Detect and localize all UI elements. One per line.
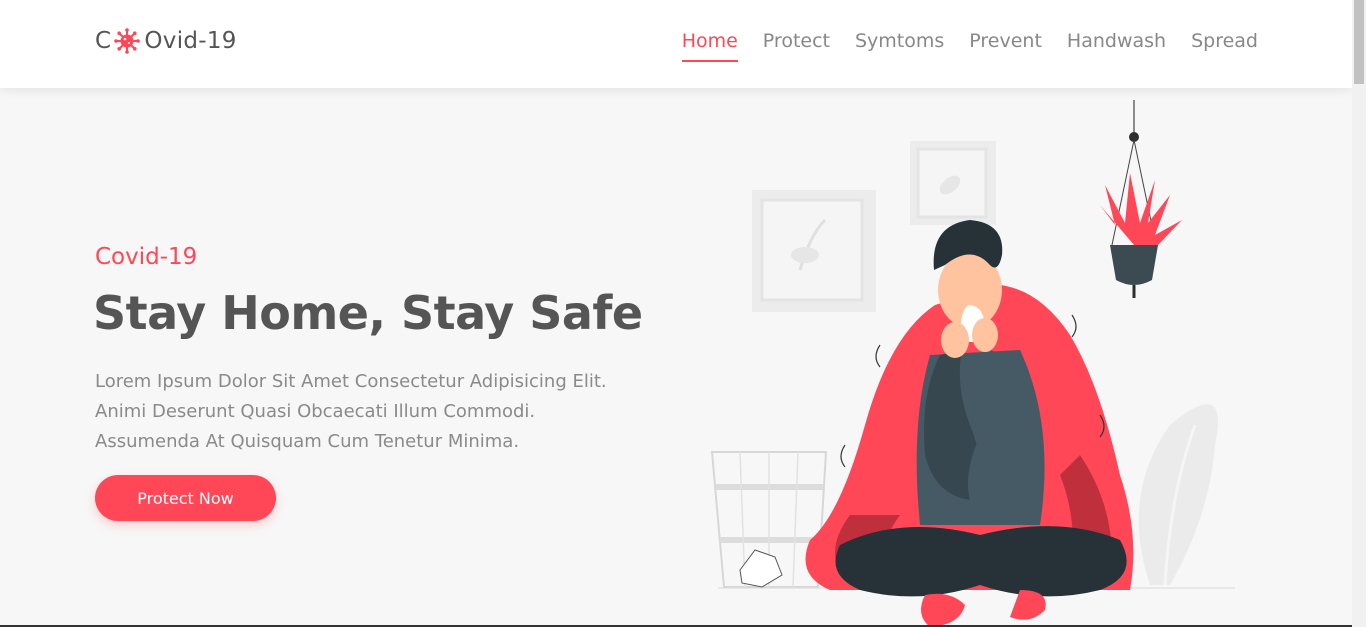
- nav-item-prevent[interactable]: Prevent: [969, 30, 1042, 62]
- nav-item-symtoms[interactable]: Symtoms: [855, 30, 944, 62]
- picture-frame-right: [910, 141, 996, 225]
- background-leaf: [1138, 404, 1218, 586]
- main-nav: Home Protect Symtoms Prevent Handwash Sp…: [681, 30, 1258, 62]
- site-logo[interactable]: C Ovid-19: [95, 28, 237, 54]
- nav-item-home[interactable]: Home: [681, 30, 738, 62]
- hero-text: Lorem Ipsum Dolor Sit Amet Consectetur A…: [95, 367, 675, 457]
- hero-subtitle: Covid-19: [95, 244, 198, 270]
- hanging-plant: [1100, 100, 1182, 298]
- sick-person-illustration: [710, 100, 1235, 627]
- scrollbar[interactable]: [1352, 0, 1366, 627]
- hero-text-line: Animi Deserunt Quasi Obcaecati Illum Com…: [95, 401, 536, 422]
- nav-item-spread[interactable]: Spread: [1191, 30, 1258, 62]
- nav-item-handwash[interactable]: Handwash: [1067, 30, 1166, 62]
- scrollbar-thumb[interactable]: [1354, 0, 1364, 84]
- logo-prefix: C: [95, 28, 112, 54]
- hero-text-line: Lorem Ipsum Dolor Sit Amet Consectetur A…: [95, 371, 607, 392]
- hero-text-line: Assumenda At Quisquam Cum Tenetur Minima…: [95, 431, 520, 452]
- protect-now-button[interactable]: Protect Now: [95, 475, 276, 521]
- hero-title: Stay Home, Stay Safe: [93, 286, 643, 340]
- page: C Ovid-19 Home Protect Symtoms Prevent H…: [0, 0, 1366, 627]
- logo-suffix: Ovid-19: [144, 28, 237, 54]
- site-header: C Ovid-19 Home Protect Symtoms Prevent H…: [0, 0, 1352, 88]
- nav-item-protect[interactable]: Protect: [763, 30, 830, 62]
- virus-icon: [114, 28, 141, 54]
- picture-frame-left: [752, 190, 876, 312]
